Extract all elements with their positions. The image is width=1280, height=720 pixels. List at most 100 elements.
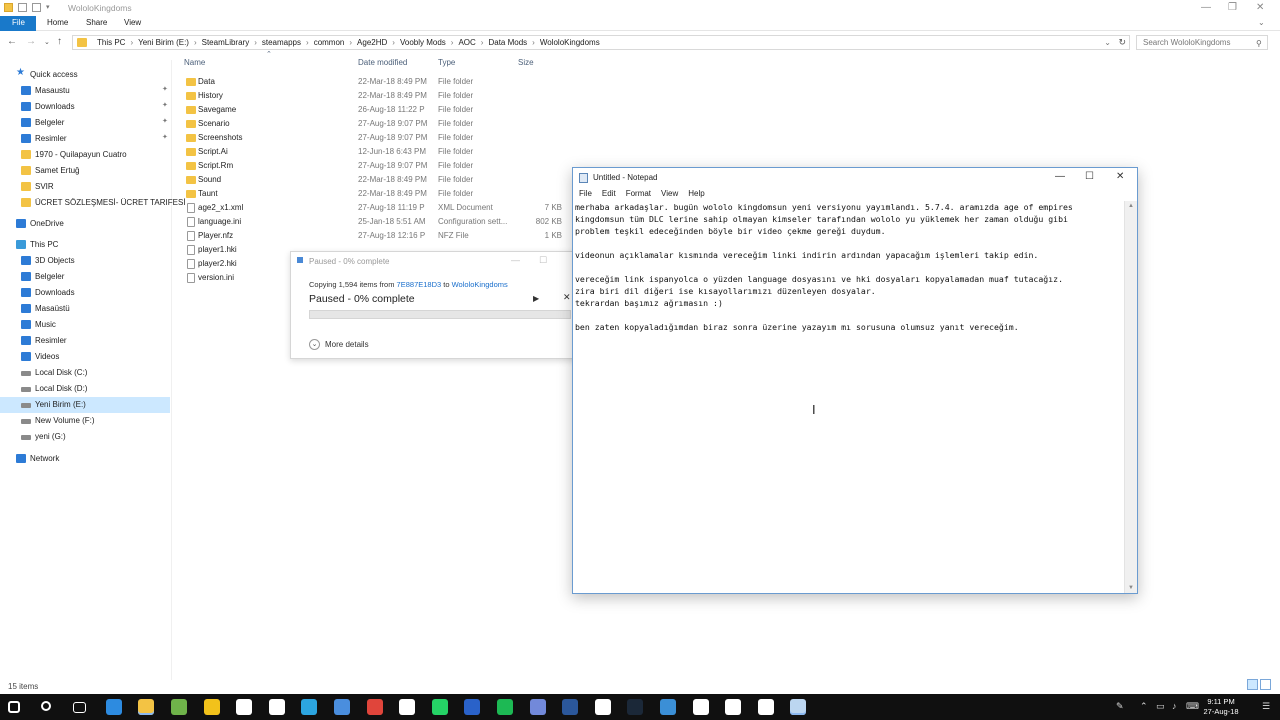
pin-icon[interactable]: ✦ bbox=[162, 85, 168, 93]
screen-icon[interactable] bbox=[660, 699, 676, 715]
cancel-icon[interactable]: ✕ bbox=[563, 292, 571, 303]
tab-share[interactable]: Share bbox=[86, 18, 107, 27]
breadcrumb-item[interactable]: steamapps bbox=[262, 38, 301, 47]
steam-tray-icon[interactable] bbox=[692, 699, 709, 715]
sidebar-item[interactable]: Belgeler ✦ bbox=[0, 115, 170, 131]
breadcrumb-separator-icon[interactable]: › bbox=[306, 38, 309, 47]
close-icon[interactable]: ✕ bbox=[1116, 171, 1124, 182]
file-row[interactable]: Script.Rm 27-Aug-18 9:07 PM File folder bbox=[180, 159, 580, 173]
edge-icon[interactable] bbox=[105, 699, 122, 715]
minimize-icon[interactable]: — bbox=[1055, 171, 1065, 182]
large-icons-view-icon[interactable] bbox=[1260, 679, 1271, 690]
maximize-icon[interactable]: ❐ bbox=[1228, 2, 1237, 13]
sidebar-item[interactable]: Network bbox=[0, 451, 170, 467]
menu-item[interactable]: File bbox=[579, 189, 592, 198]
menu-item[interactable]: Help bbox=[688, 189, 704, 198]
file-row[interactable]: Screenshots 27-Aug-18 9:07 PM File folder bbox=[180, 131, 580, 145]
source-link[interactable]: 7E887E18D3 bbox=[397, 280, 442, 289]
minimize-icon[interactable]: — bbox=[511, 255, 520, 265]
file-explorer-icon[interactable] bbox=[138, 699, 155, 715]
word-icon[interactable] bbox=[562, 699, 579, 715]
refresh-icon[interactable]: ↻ bbox=[1118, 37, 1126, 48]
forward-icon[interactable]: → bbox=[26, 36, 36, 47]
sidebar-item[interactable]: Resimler bbox=[0, 333, 170, 349]
breadcrumb-item[interactable]: This PC bbox=[97, 38, 125, 47]
pin-icon[interactable]: ✦ bbox=[162, 133, 168, 141]
checkbox-icon[interactable] bbox=[18, 3, 27, 12]
breadcrumb-separator-icon[interactable]: › bbox=[481, 38, 484, 47]
menu-item[interactable]: Edit bbox=[602, 189, 616, 198]
whatsapp-icon[interactable] bbox=[431, 699, 448, 715]
clock[interactable]: 9:11 PM 27-Aug-18 bbox=[1198, 697, 1244, 717]
sidebar-item[interactable]: Downloads bbox=[0, 285, 170, 301]
search-input[interactable]: Search WololoKingdoms bbox=[1136, 35, 1268, 50]
file-row[interactable]: Script.Ai 12-Jun-18 6:43 PM File folder bbox=[180, 145, 580, 159]
minimize-icon[interactable]: — bbox=[1201, 2, 1211, 13]
file-row[interactable]: History 22-Mar-18 8:49 PM File folder bbox=[180, 89, 580, 103]
tab-file[interactable]: File bbox=[0, 16, 36, 31]
calendar-icon[interactable] bbox=[725, 699, 742, 715]
pin-icon[interactable]: ✦ bbox=[162, 101, 168, 109]
sidebar-item[interactable]: Music bbox=[0, 317, 170, 333]
sidebar-item[interactable]: New Volume (F:) bbox=[0, 413, 170, 429]
address-bar[interactable]: This PC › Yeni Birim (E:) › SteamLibrary › ste… bbox=[72, 35, 1130, 50]
back-icon[interactable]: ← bbox=[7, 36, 17, 47]
steam-icon[interactable] bbox=[627, 699, 644, 715]
breadcrumb-separator-icon[interactable]: › bbox=[130, 38, 133, 47]
destination-link[interactable]: WololoKingdoms bbox=[452, 280, 508, 289]
breadcrumb-separator-icon[interactable]: › bbox=[254, 38, 257, 47]
file-row[interactable]: Savegame 26-Aug-18 11:22 P File folder bbox=[180, 103, 580, 117]
up-icon[interactable]: ↑ bbox=[57, 36, 62, 47]
sidebar-item[interactable]: OneDrive bbox=[0, 216, 170, 232]
sidebar-item[interactable]: Yeni Birim (E:) bbox=[0, 397, 170, 413]
file-row[interactable]: Sound 22-Mar-18 8:49 PM File folder bbox=[180, 173, 580, 187]
breadcrumb-item[interactable]: SteamLibrary bbox=[202, 38, 250, 47]
recent-dropdown-icon[interactable]: ⌄ bbox=[44, 38, 50, 46]
chevron-down-icon[interactable]: ▾ bbox=[46, 3, 52, 12]
breadcrumb-item[interactable]: common bbox=[314, 38, 345, 47]
breadcrumb-item[interactable]: Voobly Mods bbox=[400, 38, 446, 47]
maximize-icon[interactable]: ☐ bbox=[1085, 171, 1094, 182]
close-icon[interactable]: ✕ bbox=[1256, 2, 1264, 13]
file-row[interactable]: Player.nfz 27-Aug-18 12:16 P NFZ File 1 KB bbox=[180, 229, 580, 243]
sidebar-item[interactable]: ★ Quick access bbox=[0, 67, 170, 83]
breadcrumb-item[interactable]: Yeni Birim (E:) bbox=[138, 38, 189, 47]
file-row[interactable]: Taunt 22-Mar-18 8:49 PM File folder bbox=[180, 187, 580, 201]
notepad-text-area[interactable]: merhaba arkadaşlar. bugün wololo kingdom… bbox=[575, 201, 1125, 591]
mail-icon[interactable] bbox=[236, 699, 253, 715]
telegram-icon[interactable] bbox=[301, 699, 318, 715]
start-icon[interactable] bbox=[8, 701, 20, 713]
vivaldi-icon[interactable] bbox=[366, 699, 383, 715]
scroll-down-icon[interactable]: ▼ bbox=[1128, 585, 1134, 591]
more-details-button[interactable]: ⌄ More details bbox=[309, 339, 369, 350]
properties-icon[interactable] bbox=[32, 3, 41, 12]
column-date[interactable]: Date modified bbox=[358, 58, 407, 67]
tab-view[interactable]: View bbox=[124, 18, 141, 27]
volume-icon[interactable]: ♪ bbox=[1172, 701, 1177, 711]
pin-icon[interactable]: ✦ bbox=[162, 117, 168, 125]
notepad-icon[interactable] bbox=[790, 699, 807, 715]
breadcrumb-item[interactable]: AOC bbox=[458, 38, 475, 47]
resume-icon[interactable]: ▶ bbox=[533, 294, 539, 303]
breadcrumb-item[interactable]: WololoKingdoms bbox=[540, 38, 600, 47]
breadcrumb-separator-icon[interactable]: › bbox=[451, 38, 454, 47]
network-icon[interactable]: ▭ bbox=[1156, 701, 1165, 712]
file-row[interactable]: language.ini 25-Jan-18 5:51 AM Configurati… bbox=[180, 215, 580, 229]
breadcrumb-separator-icon[interactable]: › bbox=[194, 38, 197, 47]
pen-icon[interactable]: ✎ bbox=[1116, 701, 1124, 712]
store-icon[interactable] bbox=[171, 699, 187, 715]
spotify-icon[interactable] bbox=[497, 699, 513, 715]
maximize-icon[interactable]: ☐ bbox=[539, 255, 547, 266]
search-icon[interactable] bbox=[40, 701, 51, 711]
menu-item[interactable]: Format bbox=[626, 189, 651, 198]
sidebar-item[interactable]: 3D Objects bbox=[0, 253, 170, 269]
chevron-down-icon[interactable]: ⌄ bbox=[1104, 38, 1111, 47]
file-row[interactable]: Scenario 27-Aug-18 9:07 PM File folder bbox=[180, 117, 580, 131]
settings-icon[interactable] bbox=[757, 699, 774, 715]
discord-icon[interactable] bbox=[529, 699, 546, 715]
tab-home[interactable]: Home bbox=[47, 18, 68, 27]
sidebar-item[interactable]: Local Disk (D:) bbox=[0, 381, 170, 397]
notifications-icon[interactable]: ☰ bbox=[1262, 701, 1270, 712]
sidebar-item[interactable]: Belgeler bbox=[0, 269, 170, 285]
sidebar-item[interactable]: Masaüstü bbox=[0, 301, 170, 317]
